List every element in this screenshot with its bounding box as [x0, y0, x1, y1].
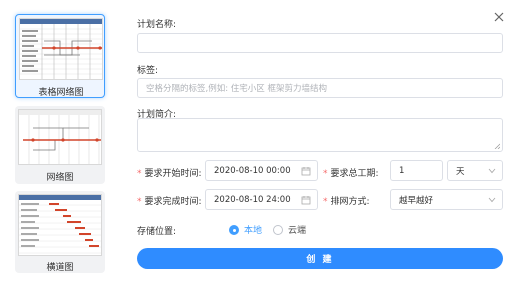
start-time-value: 2020-08-10 00:00	[214, 165, 291, 176]
schedule-method-label: * 排网方式:	[323, 197, 370, 207]
calendar-icon	[301, 167, 311, 176]
storage-cloud-label: 云端	[288, 226, 307, 236]
template-label: 网络图	[46, 173, 74, 183]
tags-placeholder: 空格分隔的标签,例如: 住宅小区 框架剪力墙结构	[146, 84, 327, 94]
close-button[interactable]	[491, 9, 507, 25]
storage-cloud-radio[interactable]: 云端	[273, 223, 306, 236]
close-icon	[494, 12, 504, 22]
storage-local-radio[interactable]: 本地	[229, 223, 262, 236]
schedule-method-value: 越早越好	[399, 195, 434, 206]
template-card-network[interactable]: 网络图	[15, 106, 105, 184]
finish-time-label: * 要求完成时间:	[137, 197, 202, 207]
template-label: 横道图	[46, 263, 74, 273]
chevron-down-icon	[488, 168, 496, 174]
finish-time-picker[interactable]: 2020-08-10 24:00	[205, 189, 318, 210]
chevron-down-icon	[488, 197, 496, 203]
start-time-picker[interactable]: 2020-08-10 00:00	[205, 160, 318, 181]
plan-name-input[interactable]	[137, 33, 503, 53]
table-network-thumbnail	[19, 18, 103, 80]
start-time-label: * 要求开始时间:	[137, 169, 202, 179]
template-card-gantt[interactable]: 横道图	[15, 191, 105, 273]
finish-time-value: 2020-08-10 24:00	[214, 194, 291, 205]
calendar-icon	[301, 196, 311, 205]
intro-textarea[interactable]	[137, 118, 503, 152]
tags-label: 标签:	[137, 66, 159, 76]
resize-grip-icon	[494, 143, 500, 149]
duration-label: * 要求总工期:	[323, 169, 379, 179]
radio-dot	[273, 224, 283, 235]
template-label: 表格网络图	[38, 88, 84, 98]
tags-input[interactable]: 空格分隔的标签,例如: 住宅小区 框架剪力墙结构	[137, 78, 503, 98]
storage-label: 存储位置:	[137, 227, 177, 237]
template-card-table-network[interactable]: 表格网络图	[15, 14, 105, 98]
schedule-method-select[interactable]: 越早越好	[390, 189, 503, 210]
duration-input[interactable]: 1	[390, 160, 443, 181]
storage-local-label: 本地	[244, 226, 263, 236]
duration-unit-value: 天	[456, 166, 465, 177]
network-thumbnail	[18, 109, 102, 165]
duration-value: 1	[399, 165, 405, 176]
duration-unit-select[interactable]: 天	[447, 160, 503, 181]
create-button[interactable]: 创 建	[137, 248, 503, 269]
plan-name-label: 计划名称:	[137, 20, 177, 30]
radio-dot	[229, 224, 239, 235]
gantt-thumbnail	[18, 194, 102, 256]
